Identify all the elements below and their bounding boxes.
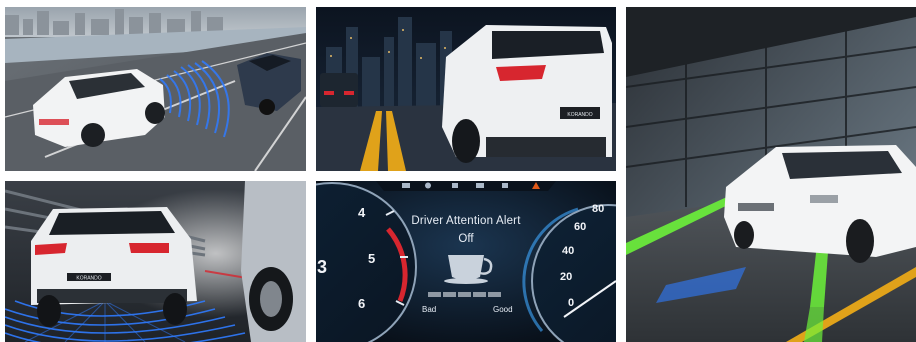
tile-driver-attention-alert[interactable]: Driver Attention Alert Off Bad Good 4 5 … bbox=[316, 181, 616, 342]
speed-number: 80 bbox=[592, 203, 605, 215]
speed-number: 0 bbox=[568, 297, 575, 309]
tile-lane-keeping-assist[interactable] bbox=[626, 7, 916, 342]
level-high-label: Good bbox=[493, 305, 513, 314]
tach-number: 4 bbox=[358, 205, 366, 220]
night-rear-photo: KORANDO bbox=[316, 7, 616, 171]
tach-number: 3 bbox=[317, 257, 328, 277]
alert-state: Off bbox=[458, 233, 474, 245]
speed-number: 60 bbox=[574, 221, 587, 233]
white-suv-rear bbox=[442, 25, 612, 163]
attention-level-bar bbox=[428, 292, 501, 297]
blind-spot-photo bbox=[5, 7, 306, 171]
speed-number: 40 bbox=[562, 245, 575, 257]
speed-number: 20 bbox=[560, 271, 573, 283]
passing-car bbox=[241, 181, 306, 342]
tile-rear-cross-traffic[interactable]: KORANDO bbox=[5, 181, 306, 342]
tile-night-rear-view[interactable]: KORANDO bbox=[316, 7, 616, 171]
level-low-label: Bad bbox=[422, 305, 437, 314]
rear-badge: KORANDO bbox=[76, 276, 101, 282]
tach-number: 5 bbox=[368, 251, 376, 266]
rear-badge: KORANDO bbox=[567, 112, 592, 118]
rear-cross-traffic-photo: KORANDO bbox=[5, 181, 306, 342]
lane-keeping-photo bbox=[626, 7, 916, 342]
tach-number: 6 bbox=[358, 296, 366, 311]
tile-blind-spot-detection[interactable] bbox=[5, 7, 306, 171]
